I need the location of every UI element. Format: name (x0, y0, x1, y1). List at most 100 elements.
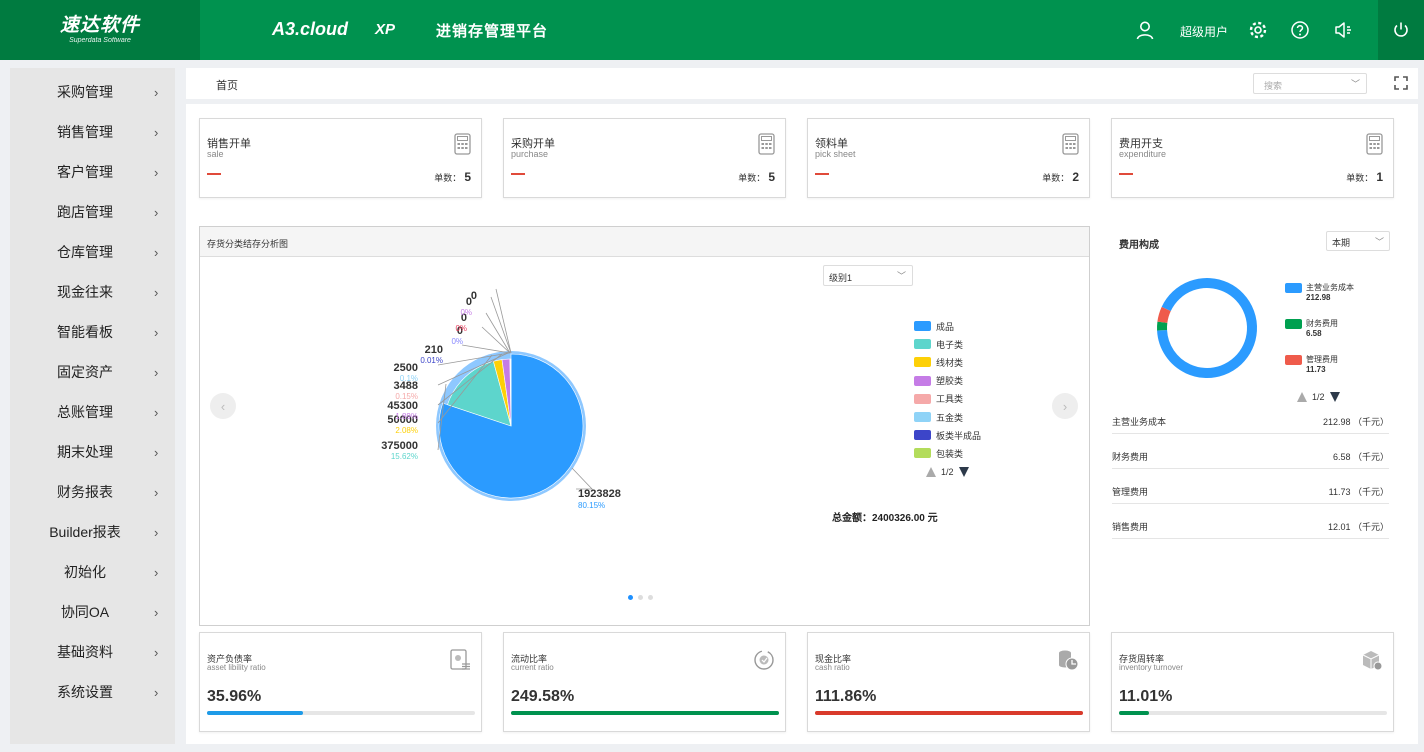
ratio-progress-fill (511, 711, 779, 715)
cost-row-value: 6.58 （千元） (1332, 452, 1389, 462)
search-input[interactable]: 搜索 ﹀ (1253, 73, 1367, 94)
pie-percent-label: 0% (460, 308, 472, 317)
cost-legend-item[interactable]: 主营业务成本 212.98 (1285, 282, 1375, 306)
cost-donut-chart (1157, 278, 1257, 378)
cost-row: 管理费用 11.73 （千元） (1112, 480, 1389, 504)
sidebar-item[interactable]: 客户管理 › (10, 152, 175, 192)
sidebar-item-label: 总账管理 (57, 404, 113, 420)
legend-swatch (914, 321, 931, 331)
brand-name: A3.cloud (272, 19, 349, 39)
legend-item[interactable]: 工具类 (914, 393, 963, 405)
sidebar-item-label: 期末处理 (57, 444, 113, 460)
carousel-dot[interactable] (628, 595, 633, 600)
ratio-card[interactable]: 现金比率 cash ratio 111.86% (807, 632, 1090, 732)
sidebar-item[interactable]: 智能看板 › (10, 312, 175, 352)
carousel-prev-button[interactable]: ‹ (210, 393, 236, 419)
sidebar-item[interactable]: 初始化 › (10, 552, 175, 592)
carousel-dot[interactable] (638, 595, 643, 600)
gear-icon[interactable] (1246, 18, 1270, 42)
pie-percent-label: 0% (455, 324, 467, 333)
page-up-icon[interactable] (1297, 392, 1307, 402)
legend-swatch (1285, 355, 1302, 365)
sidebar-item[interactable]: Builder报表 › (10, 512, 175, 552)
logo[interactable]: 速达软件 Superdata Software (0, 0, 200, 60)
legend-swatch (914, 339, 931, 350)
ratio-progress-track (815, 711, 1083, 715)
legend-item[interactable]: 包装类 (914, 447, 963, 459)
card-subtitle: expenditure (1119, 149, 1167, 159)
sidebar: 采购管理 › 销售管理 › 客户管理 › 跑店管理 › 仓库管理 › 现金往来 › 智能看板 › 固定资产 ›… (10, 68, 175, 744)
page-down-icon[interactable] (1329, 392, 1340, 402)
sidebar-item-label: 现金往来 (57, 284, 113, 300)
chevron-right-icon: › (154, 444, 159, 460)
cost-legend-value: 11.73 (1306, 365, 1326, 374)
user-icon[interactable] (1133, 18, 1157, 42)
legend-item[interactable]: 五金类 (914, 411, 963, 423)
sidebar-item[interactable]: 仓库管理 › (10, 232, 175, 272)
sidebar-item[interactable]: 期末处理 › (10, 432, 175, 472)
sidebar-item[interactable]: 跑店管理 › (10, 192, 175, 232)
count-value: 5 (464, 170, 471, 184)
cost-legend-item[interactable]: 管理费用 11.73 (1285, 354, 1375, 378)
summary-card[interactable]: 销售开单 sale 单数： 5 (199, 118, 482, 198)
chart-panel-header: 存货分类结存分析图 (200, 227, 1089, 257)
legend-item[interactable]: 线材类 (914, 356, 963, 368)
carousel-next-button[interactable]: › (1052, 393, 1078, 419)
pie-value-label: 0 (470, 290, 477, 302)
sidebar-item[interactable]: 协同OA › (10, 592, 175, 632)
ratio-card[interactable]: 存货周转率 inventory turnover 11.01% (1111, 632, 1394, 732)
logout-button[interactable] (1378, 0, 1424, 60)
pie-percent-label: 15.62% (390, 452, 418, 461)
level-select[interactable]: 级别1 ﹀ (823, 265, 913, 286)
sidebar-item[interactable]: 总账管理 › (10, 392, 175, 432)
page-up-icon[interactable] (926, 467, 936, 477)
ratio-icon (753, 649, 775, 676)
pie-value-label: 45300 (387, 400, 418, 412)
sidebar-item-label: 智能看板 (57, 324, 113, 340)
cost-legend-value: 6.58 (1306, 329, 1322, 338)
search-placeholder: 搜索 (1264, 81, 1283, 91)
sidebar-item-label: 协同OA (60, 604, 110, 620)
sidebar-item[interactable]: 采购管理 › (10, 72, 175, 112)
legend-label: 五金类 (936, 412, 964, 423)
carousel-dot[interactable] (648, 595, 653, 600)
period-select[interactable]: 本期 ﹀ (1326, 231, 1390, 251)
sidebar-item[interactable]: 系统设置 › (10, 672, 175, 712)
ratio-progress-fill (207, 711, 304, 715)
chevron-right-icon: › (154, 204, 159, 220)
sidebar-item[interactable]: 财务报表 › (10, 472, 175, 512)
breadcrumb-home[interactable]: 首页 (216, 77, 238, 93)
summary-card[interactable]: 费用开支 expenditure 单数： 1 (1111, 118, 1394, 198)
sidebar-item[interactable]: 销售管理 › (10, 112, 175, 152)
cost-legend-item[interactable]: 财务费用 6.58 (1285, 318, 1375, 342)
cost-row-value: 11.73 （千元） (1328, 487, 1389, 497)
legend-item[interactable]: 电子类 (914, 338, 963, 350)
ratio-progress-track (207, 711, 475, 715)
sidebar-item[interactable]: 固定资产 › (10, 352, 175, 392)
legend-item[interactable]: 成品 (914, 320, 954, 332)
user-name[interactable]: 超级用户 (1180, 23, 1228, 40)
chevron-right-icon: › (154, 164, 159, 180)
summary-card[interactable]: 领料单 pick sheet 单数： 2 (807, 118, 1090, 198)
help-icon[interactable] (1288, 18, 1312, 42)
legend-item[interactable]: 板类半成品 (914, 429, 981, 441)
page-down-icon[interactable] (958, 467, 969, 477)
count-label: 单数： (738, 173, 766, 183)
summary-card[interactable]: 采购开单 purchase 单数： 5 (503, 118, 786, 198)
total-amount: 总金额：2400326.00 元 (832, 513, 938, 524)
ratio-card[interactable]: 流动比率 current ratio 249.58% (503, 632, 786, 732)
calculator-icon (1062, 133, 1079, 160)
legend-page: 1/2 (941, 467, 954, 477)
speaker-icon[interactable] (1331, 18, 1355, 42)
legend-item[interactable]: 塑胶类 (914, 375, 963, 387)
card-subtitle: pick sheet (815, 149, 856, 159)
sidebar-item[interactable]: 基础资料 › (10, 632, 175, 672)
sidebar-item[interactable]: 现金往来 › (10, 272, 175, 312)
ratio-card[interactable]: 资产负债率 asset libility ratio 35.96% (199, 632, 482, 732)
fullscreen-icon[interactable] (1394, 76, 1408, 90)
legend-label: 包装类 (936, 448, 964, 459)
legend-swatch (914, 357, 931, 368)
pie-leader-line (571, 467, 593, 490)
ratio-subtitle: current ratio (511, 663, 554, 672)
chart-panel-title: 存货分类结存分析图 (207, 239, 289, 249)
